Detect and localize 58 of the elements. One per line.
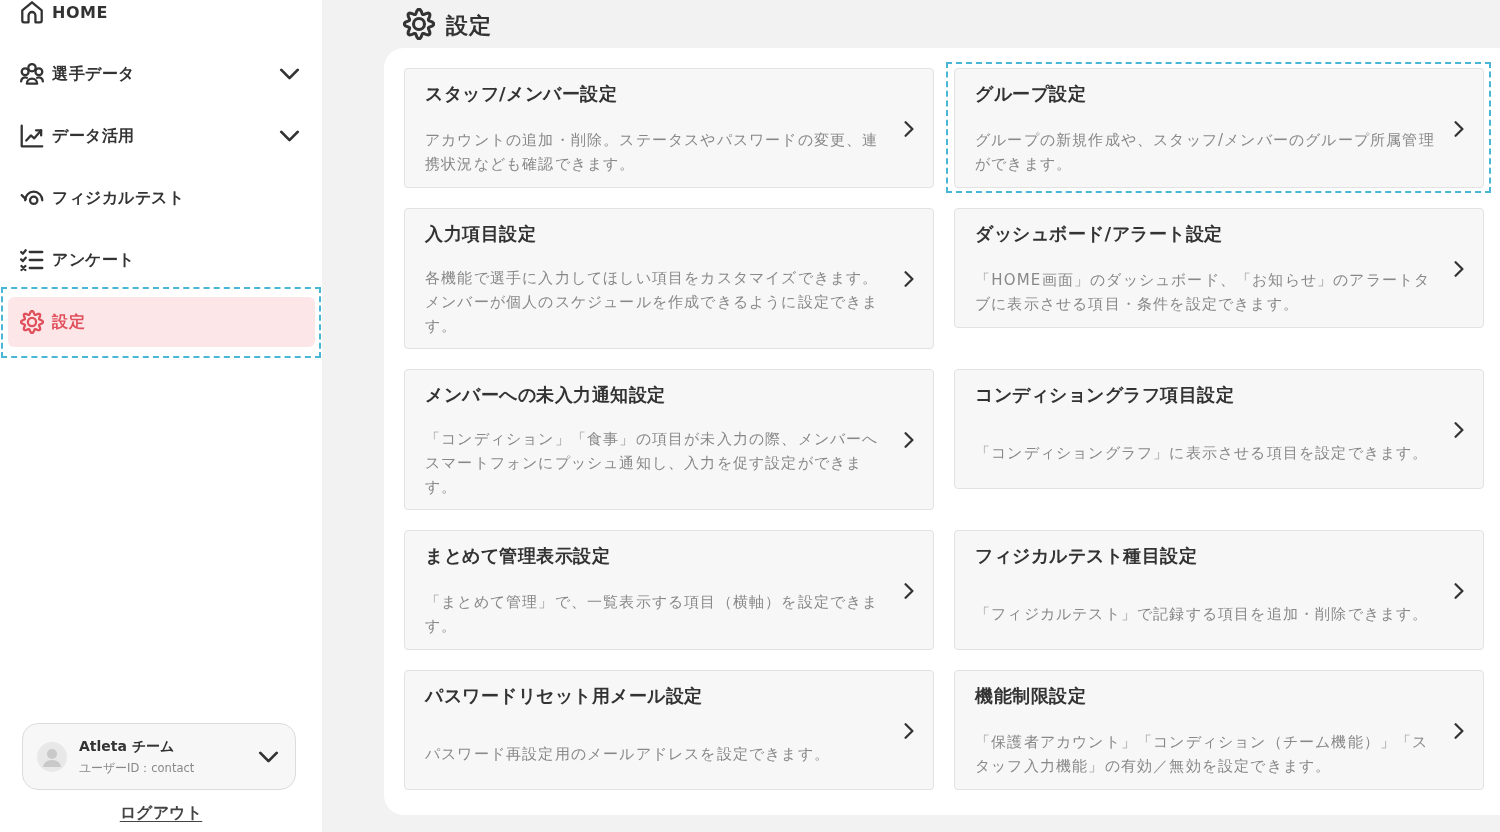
- card-title: コンディショングラフ項目設定: [975, 383, 1235, 407]
- line-chart-icon: [20, 124, 44, 148]
- settings-card[interactable]: グループ設定 グループの新規作成や、スタッフ/メンバーのグループ所属管理ができます。: [954, 68, 1484, 188]
- chevron-right-icon: [1454, 119, 1464, 138]
- card-description: 「コンディション」「食事」の項目が未入力の際、メンバーへスマートフォンにプッシュ通知し、入力を促す設定ができます。: [425, 429, 880, 498]
- chevron-right-icon: [1454, 259, 1464, 278]
- settings-card[interactable]: スタッフ/メンバー設定 アカウントの追加・削除。ステータスやパスワードの変更、連携状況なども確認できます。: [404, 68, 934, 188]
- account-button[interactable]: Atleta チーム ユーザーID：contact: [22, 723, 296, 790]
- card-description: パスワード再設定用のメールアドレスを設定できます。: [425, 743, 831, 765]
- chevron-right-icon: [904, 431, 914, 449]
- people-icon: [20, 62, 44, 86]
- card-description: 「HOME画面」のダッシュボード、「お知らせ」のアラートタブに表示させる項目・条件を設定できます。: [975, 269, 1432, 315]
- chevron-right-icon: [904, 119, 914, 138]
- settings-card[interactable]: まとめて管理表示設定 「まとめて管理」で、一覧表示する項目（横軸）を設定できます。: [404, 530, 934, 650]
- card-description: 「フィジカルテスト」で記録する項目を追加・削除できます。: [975, 603, 1430, 625]
- account-user-id: ユーザーID：contact: [79, 760, 195, 776]
- sidebar-item[interactable]: HOME: [8, 0, 315, 37]
- sidebar-item[interactable]: フィジカルテスト: [8, 173, 315, 223]
- settings-card[interactable]: コンディショングラフ項目設定 「コンディショングラフ」に表示させる項目を設定できます。: [954, 369, 1484, 489]
- sidebar-item[interactable]: データ活用: [8, 111, 315, 161]
- card-title: ダッシュボード/アラート設定: [975, 222, 1224, 246]
- settings-card[interactable]: メンバーへの未入力通知設定 「コンディション」「食事」の項目が未入力の際、メンバーへスマートフォンにプッシュ通知し、入力を促す設定ができます。: [404, 369, 934, 510]
- sidebar-item[interactable]: アンケート: [8, 235, 315, 285]
- card-description: 「まとめて管理」で、一覧表示する項目（横軸）を設定できます。: [425, 591, 880, 637]
- logout-link[interactable]: ログアウト: [119, 803, 203, 824]
- card-title: まとめて管理表示設定: [425, 544, 611, 568]
- checklist-icon: [20, 248, 44, 272]
- chevron-right-icon: [904, 721, 914, 740]
- chevron-right-icon: [1454, 581, 1464, 600]
- chevron-right-icon: [904, 270, 914, 288]
- chevron-right-icon: [904, 581, 914, 600]
- card-title: 入力項目設定: [425, 222, 537, 246]
- card-title: スタッフ/メンバー設定: [425, 82, 619, 106]
- sidebar-item[interactable]: 選手データ: [8, 49, 315, 99]
- page-title: 設定: [446, 12, 492, 40]
- avatar-icon: [37, 741, 67, 772]
- card-description: グループの新規作成や、スタッフ/メンバーのグループ所属管理ができます。: [975, 129, 1435, 175]
- settings-card[interactable]: 機能制限設定 「保護者アカウント」「コンディション（チーム機能）」「スタッフ入力機能」の有効／無効を設定できます。: [954, 670, 1484, 790]
- chevron-right-icon: [1454, 721, 1464, 740]
- settings-icon: [20, 310, 44, 334]
- card-title: 機能制限設定: [975, 684, 1087, 708]
- card-description: 「コンディショングラフ」に表示させる項目を設定できます。: [975, 442, 1430, 464]
- card-description: 各機能で選手に入力してほしい項目をカスタマイズできます。メンバーが個人のスケジュールを作成できるように設定できます。: [425, 268, 880, 337]
- settings-icon: [403, 8, 435, 40]
- settings-card[interactable]: フィジカルテスト種目設定 「フィジカルテスト」で記録する項目を追加・削除できます。: [954, 530, 1484, 650]
- card-description: アカウントの追加・削除。ステータスやパスワードの変更、連携状況なども確認できます。: [425, 129, 880, 175]
- card-title: メンバーへの未入力通知設定: [425, 383, 667, 407]
- home-icon: [20, 0, 44, 24]
- settings-card[interactable]: パスワードリセット用メール設定 パスワード再設定用のメールアドレスを設定できます。: [404, 670, 934, 790]
- card-title: グループ設定: [975, 82, 1087, 106]
- card-description: 「保護者アカウント」「コンディション（チーム機能）」「スタッフ入力機能」の有効／無効を設定できます。: [975, 731, 1430, 777]
- card-title: フィジカルテスト種目設定: [975, 544, 1198, 568]
- settings-card[interactable]: ダッシュボード/アラート設定 「HOME画面」のダッシュボード、「お知らせ」のアラートタブに表示させる項目・条件を設定できます。: [954, 208, 1484, 328]
- settings-card[interactable]: 入力項目設定 各機能で選手に入力してほしい項目をカスタマイズできます。メンバーが個人のスケジュールを作成できるように設定できます。: [404, 208, 934, 349]
- chevron-down-icon: [258, 750, 279, 763]
- card-title: パスワードリセット用メール設定: [425, 684, 704, 708]
- account-name: Atleta チーム: [79, 737, 174, 756]
- chevron-right-icon: [1454, 420, 1464, 439]
